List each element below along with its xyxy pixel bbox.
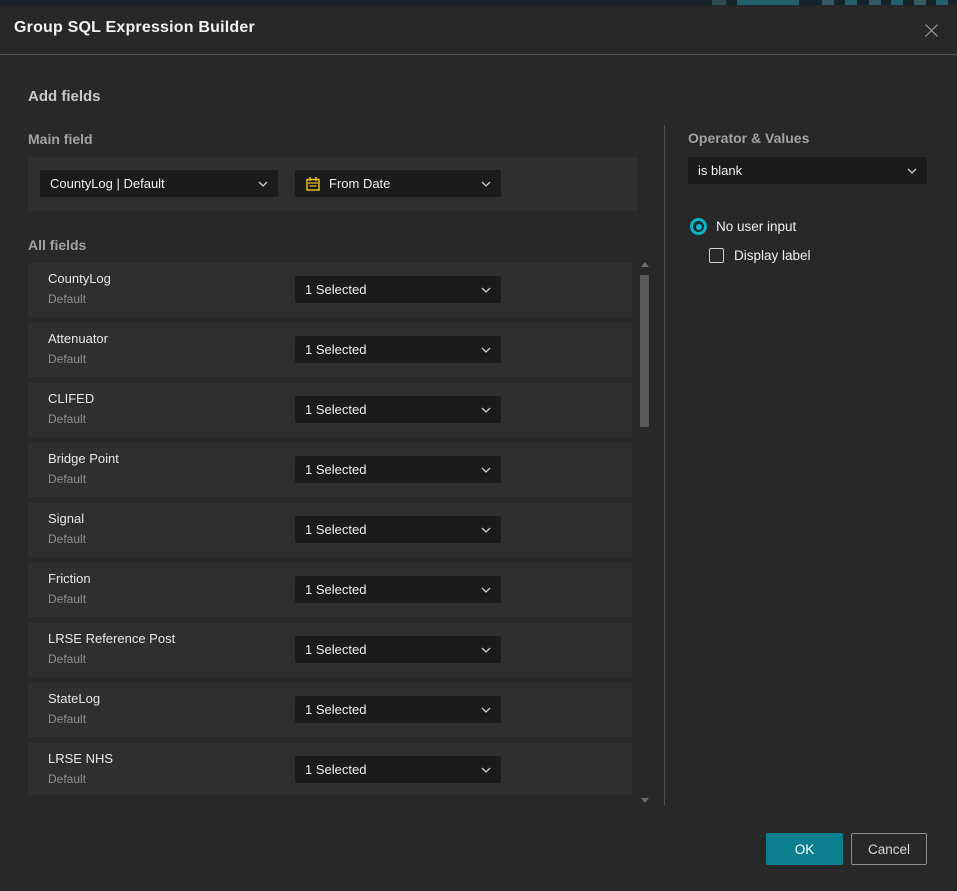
scrollbar-down-arrow[interactable]	[641, 798, 649, 803]
main-field-panel: CountyLog | Default From Date	[28, 157, 638, 211]
chevron-down-icon	[481, 467, 491, 473]
field-name: CLIFED	[48, 391, 94, 406]
checkbox-unchecked-icon[interactable]	[709, 248, 724, 263]
field-selection-select[interactable]: 1 Selected	[295, 756, 501, 783]
no-user-input-radio[interactable]: No user input	[690, 218, 796, 235]
field-selection-value: 1 Selected	[305, 702, 473, 717]
chevron-down-icon	[481, 347, 491, 353]
field-row: Signal Default 1 Selected	[28, 503, 632, 557]
close-x-glyph	[924, 23, 939, 38]
field-name: Signal	[48, 511, 84, 526]
field-row: Friction Default 1 Selected	[28, 563, 632, 617]
field-sublabel: Default	[48, 292, 86, 306]
main-field-label: Main field	[28, 131, 93, 147]
fields-list-scrollbar[interactable]	[639, 258, 651, 805]
field-row: StateLog Default 1 Selected	[28, 683, 632, 737]
chevron-down-icon	[481, 527, 491, 533]
main-field-source-select[interactable]: CountyLog | Default	[40, 170, 278, 197]
dialog-header: Group SQL Expression Builder	[0, 5, 957, 55]
field-selection-select[interactable]: 1 Selected	[295, 696, 501, 723]
chevron-down-icon	[481, 707, 491, 713]
field-selection-value: 1 Selected	[305, 642, 473, 657]
chevron-down-icon	[481, 181, 491, 187]
operator-value: is blank	[698, 163, 899, 178]
field-name: StateLog	[48, 691, 100, 706]
main-field-date-value: From Date	[329, 176, 473, 191]
field-name: LRSE NHS	[48, 751, 113, 766]
add-fields-heading: Add fields	[28, 88, 101, 105]
field-sublabel: Default	[48, 772, 86, 786]
field-row: CountyLog Default 1 Selected	[28, 263, 632, 317]
field-sublabel: Default	[48, 712, 86, 726]
ok-button[interactable]: OK	[766, 833, 843, 865]
field-name: Friction	[48, 571, 91, 586]
field-sublabel: Default	[48, 532, 86, 546]
field-selection-value: 1 Selected	[305, 462, 473, 477]
field-selection-select[interactable]: 1 Selected	[295, 576, 501, 603]
field-selection-select[interactable]: 1 Selected	[295, 336, 501, 363]
main-field-date-select[interactable]: From Date	[295, 170, 501, 197]
chevron-down-icon	[481, 647, 491, 653]
field-name: CountyLog	[48, 271, 111, 286]
field-selection-select[interactable]: 1 Selected	[295, 636, 501, 663]
field-row: LRSE NHS Default 1 Selected	[28, 743, 632, 795]
field-selection-select[interactable]: 1 Selected	[295, 516, 501, 543]
field-selection-value: 1 Selected	[305, 522, 473, 537]
chevron-down-icon	[481, 407, 491, 413]
main-field-source-value: CountyLog | Default	[50, 176, 250, 191]
field-selection-value: 1 Selected	[305, 282, 473, 297]
field-sublabel: Default	[48, 592, 86, 606]
scrollbar-thumb[interactable]	[640, 275, 649, 427]
field-sublabel: Default	[48, 652, 86, 666]
chevron-down-icon	[481, 587, 491, 593]
sql-expression-builder-dialog: Group SQL Expression Builder Add fields …	[0, 5, 957, 891]
calendar-icon	[305, 176, 321, 192]
field-selection-value: 1 Selected	[305, 342, 473, 357]
chevron-down-icon	[481, 287, 491, 293]
operator-select[interactable]: is blank	[688, 157, 927, 184]
field-selection-select[interactable]: 1 Selected	[295, 276, 501, 303]
field-row: CLIFED Default 1 Selected	[28, 383, 632, 437]
field-name: Bridge Point	[48, 451, 119, 466]
dialog-title: Group SQL Expression Builder	[14, 19, 255, 37]
field-sublabel: Default	[48, 412, 86, 426]
cancel-button[interactable]: Cancel	[851, 833, 927, 865]
display-label-checkbox-row[interactable]: Display label	[709, 248, 811, 263]
display-label-label: Display label	[734, 248, 811, 263]
field-sublabel: Default	[48, 352, 86, 366]
field-selection-value: 1 Selected	[305, 762, 473, 777]
close-icon[interactable]	[917, 16, 945, 44]
no-user-input-label: No user input	[716, 219, 796, 234]
chevron-down-icon	[907, 168, 917, 174]
field-row: Attenuator Default 1 Selected	[28, 323, 632, 377]
operator-values-heading: Operator & Values	[688, 130, 809, 146]
field-name: LRSE Reference Post	[48, 631, 175, 646]
scrollbar-up-arrow[interactable]	[641, 262, 649, 267]
vertical-divider	[664, 125, 665, 805]
chevron-down-icon	[258, 181, 268, 187]
radio-selected-icon	[690, 218, 707, 235]
field-selection-value: 1 Selected	[305, 582, 473, 597]
all-fields-list: CountyLog Default 1 Selected Attenuator …	[28, 263, 632, 795]
field-selection-select[interactable]: 1 Selected	[295, 396, 501, 423]
field-selection-value: 1 Selected	[305, 402, 473, 417]
screen: Group SQL Expression Builder Add fields …	[0, 0, 957, 891]
field-row: LRSE Reference Post Default 1 Selected	[28, 623, 632, 677]
field-row: Bridge Point Default 1 Selected	[28, 443, 632, 497]
chevron-down-icon	[481, 767, 491, 773]
all-fields-label: All fields	[28, 237, 86, 253]
field-sublabel: Default	[48, 472, 86, 486]
field-selection-select[interactable]: 1 Selected	[295, 456, 501, 483]
field-name: Attenuator	[48, 331, 108, 346]
